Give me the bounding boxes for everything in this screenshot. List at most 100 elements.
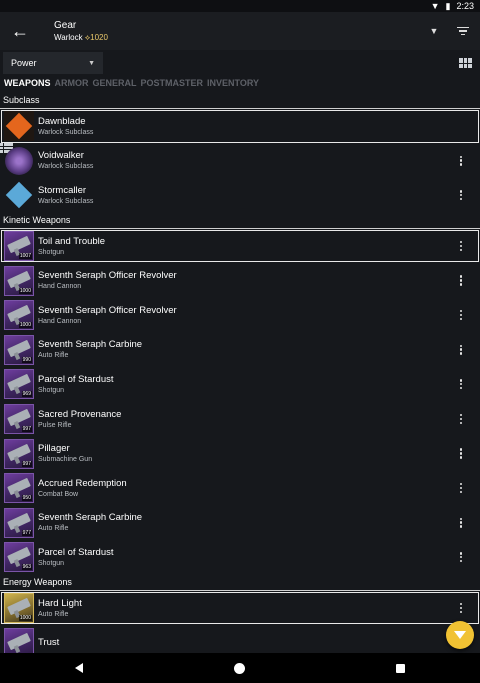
wifi-icon: ▼: [430, 1, 440, 11]
chevron-down-icon: ▼: [88, 59, 95, 67]
more-options-icon[interactable]: [460, 552, 463, 563]
more-options-icon[interactable]: [460, 190, 463, 201]
item-name: Dawnblade: [38, 115, 86, 127]
void-subclass-icon: [4, 146, 34, 176]
nav-recents-icon[interactable]: [395, 663, 405, 673]
item-name: Stormcaller: [38, 184, 87, 196]
item-type: Hand Cannon: [38, 283, 82, 291]
item-type: Hand Cannon: [38, 317, 82, 325]
item-name: Parcel of Stardust: [38, 546, 114, 558]
page-title: Gear: [54, 20, 77, 31]
filter-sort-icon[interactable]: [446, 26, 480, 36]
more-options-icon[interactable]: [460, 413, 463, 424]
nav-home-icon[interactable]: [233, 662, 245, 674]
item-power: 969: [21, 391, 32, 398]
weapon-icon: 990: [4, 334, 34, 365]
tab-inventory[interactable]: INVENTORY: [207, 78, 259, 92]
list-item[interactable]: 950 Accrued Redemption Combat Bow: [0, 471, 480, 506]
filter-icon: [454, 631, 466, 639]
more-options-icon[interactable]: [460, 240, 463, 251]
more-options-icon[interactable]: [460, 379, 463, 390]
item-name: Seventh Seraph Officer Revolver: [38, 304, 177, 316]
more-options-icon[interactable]: [460, 309, 463, 321]
system-nav-bar: [0, 653, 480, 683]
character-power: ⟡1020: [84, 33, 108, 42]
list-item[interactable]: 997 Pillager Submachine Gun: [0, 436, 480, 471]
item-type: Warlock Subclass: [38, 197, 94, 205]
list-item[interactable]: 1000 Hard Light Auto Rifle: [0, 591, 480, 626]
item-name: Sacred Provenance: [38, 408, 122, 420]
weapon-icon: 1000: [4, 265, 34, 296]
tab-armor[interactable]: ARMOR: [55, 78, 89, 92]
item-name: Toil and Trouble: [38, 235, 106, 247]
nav-back-icon[interactable]: [75, 663, 84, 673]
item-name: Voidwalker: [38, 150, 84, 162]
arc-subclass-icon: [4, 180, 34, 210]
grid-view-icon[interactable]: [459, 58, 472, 68]
item-power: 997: [21, 460, 32, 467]
weapon-icon: 963: [4, 542, 34, 573]
item-type: Shotgun: [38, 248, 65, 256]
character-class: Warlock: [54, 33, 83, 42]
more-options-icon[interactable]: [460, 602, 463, 613]
list-item[interactable]: 1000 Seventh Seraph Officer Revolver Hand…: [0, 263, 480, 298]
list-item[interactable]: Voidwalker Warlock Subclass: [0, 144, 480, 179]
item-type: Warlock Subclass: [38, 128, 94, 136]
back-arrow-icon[interactable]: ←: [0, 12, 40, 50]
battery-icon: ▮: [445, 0, 451, 11]
item-type: Auto Rifle: [38, 610, 69, 618]
item-type: Shotgun: [38, 559, 65, 567]
item-power: 990: [21, 356, 32, 363]
section-header-energy: Energy Weapons: [0, 575, 480, 591]
weapon-icon: 1007: [4, 231, 34, 262]
item-power: 950: [21, 495, 32, 502]
more-options-icon[interactable]: [460, 344, 463, 355]
status-time: 2:23: [456, 1, 474, 11]
more-options-icon[interactable]: [460, 275, 463, 286]
item-name: Accrued Redemption: [38, 477, 127, 489]
list-item[interactable]: Dawnblade Warlock Subclass: [0, 109, 480, 144]
weapon-icon: 1000: [4, 593, 34, 624]
weapon-icon: 977: [4, 507, 34, 538]
list-item[interactable]: 1007 Toil and Trouble Shotgun: [0, 229, 480, 264]
list-item[interactable]: 1000 Seventh Seraph Officer Revolver Hand…: [0, 298, 480, 333]
item-name: Pillager: [38, 443, 70, 455]
status-bar: ▼ ▮ 2:23: [0, 0, 480, 12]
list-item[interactable]: 990 Seventh Seraph Carbine Auto Rifle: [0, 333, 480, 368]
weapon-icon: 997: [4, 404, 34, 435]
item-list: Subclass Dawnblade Warlock Subclass Voidw…: [0, 93, 480, 660]
tab-general[interactable]: GENERAL: [93, 78, 137, 92]
character-selector[interactable]: Gear Warlock ⟡1020: [40, 19, 422, 43]
item-power: 997: [21, 426, 32, 433]
solar-subclass-icon: [4, 111, 34, 142]
sort-dropdown[interactable]: Power ▼: [3, 52, 103, 74]
sort-selected-value: Power: [11, 58, 37, 68]
list-item[interactable]: 963 Parcel of Stardust Shotgun: [0, 540, 480, 575]
item-type: Auto Rifle: [38, 525, 69, 533]
item-type: Warlock Subclass: [38, 163, 94, 171]
section-header-subclass: Subclass: [0, 93, 480, 109]
more-options-icon[interactable]: [460, 448, 463, 459]
weapon-icon: 1000: [4, 300, 34, 331]
list-item[interactable]: 977 Seventh Seraph Carbine Auto Rifle: [0, 506, 480, 541]
list-item[interactable]: 969 Parcel of Stardust Shotgun: [0, 367, 480, 402]
more-options-icon[interactable]: [460, 155, 463, 166]
tab-weapons[interactable]: WEAPONS: [4, 78, 51, 92]
tab-postmaster[interactable]: POSTMASTER: [141, 78, 204, 92]
item-power: 1000: [18, 287, 32, 294]
list-item[interactable]: 997 Sacred Provenance Pulse Rifle: [0, 402, 480, 437]
filter-fab-button[interactable]: [446, 621, 474, 649]
item-type: Shotgun: [38, 386, 65, 394]
item-name: Parcel of Stardust: [38, 373, 114, 385]
item-type: Submachine Gun: [38, 456, 93, 464]
character-dropdown-icon[interactable]: ▼: [422, 26, 446, 36]
item-power: 1000: [18, 322, 32, 329]
item-name: Seventh Seraph Carbine: [38, 339, 143, 351]
weapon-icon: 997: [4, 438, 34, 469]
more-options-icon[interactable]: [460, 517, 463, 528]
section-header-kinetic: Kinetic Weapons: [0, 213, 480, 229]
more-options-icon[interactable]: [460, 482, 463, 494]
item-name: Hard Light: [38, 597, 82, 609]
sort-toolbar: Power ▼: [0, 50, 480, 153]
list-item[interactable]: Stormcaller Warlock Subclass: [0, 178, 480, 213]
